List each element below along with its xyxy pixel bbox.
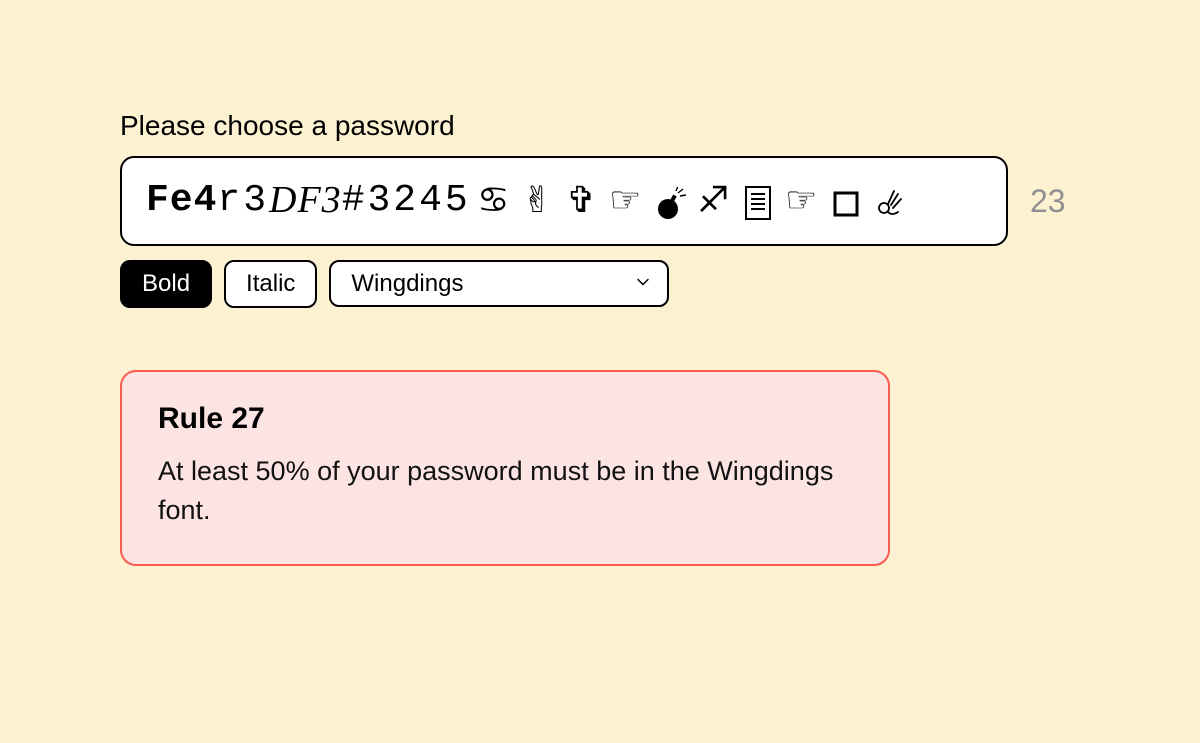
document-icon	[739, 181, 777, 222]
cancer-icon: ♋︎	[475, 181, 513, 221]
ok-hand-icon	[871, 181, 909, 222]
password-segment-wingdings: ♋︎ ✌︎ ✞ ☞ ♐︎ ☞	[475, 181, 909, 222]
password-segment-plain1: r3	[217, 180, 269, 222]
password-segment-italic: DF3	[269, 180, 342, 222]
square-icon	[827, 181, 865, 221]
point-right-icon: ☞	[783, 181, 821, 221]
prompt-label: Please choose a password	[120, 110, 1080, 142]
rule-card: Rule 27 At least 50% of your password mu…	[120, 370, 890, 566]
italic-button[interactable]: Italic	[224, 260, 317, 308]
bold-button[interactable]: Bold	[120, 260, 212, 308]
font-select-wrap: Wingdings	[329, 260, 669, 308]
victory-hand-icon: ✌︎	[519, 181, 557, 221]
character-count: 23	[1030, 183, 1080, 220]
font-select[interactable]: Wingdings	[329, 260, 669, 307]
password-segment-bold: Fe4	[146, 180, 217, 222]
password-input[interactable]: Fe4r3DF3#3245 ♋︎ ✌︎ ✞ ☞ ♐︎ ☞	[120, 156, 1008, 246]
password-game-container: Please choose a password Fe4r3DF3#3245 ♋…	[120, 110, 1080, 566]
sagittarius-icon: ♐︎	[695, 181, 733, 221]
password-row: Fe4r3DF3#3245 ♋︎ ✌︎ ✞ ☞ ♐︎ ☞	[120, 156, 1080, 246]
rule-title: Rule 27	[158, 402, 852, 436]
point-right-icon: ☞	[607, 181, 645, 221]
cross-icon: ✞	[563, 181, 601, 221]
formatting-toolbar: Bold Italic Wingdings	[120, 260, 1080, 308]
rule-text: At least 50% of your password must be in…	[158, 452, 852, 530]
bomb-icon	[651, 181, 689, 221]
password-segment-plain2: #3245	[342, 180, 471, 222]
